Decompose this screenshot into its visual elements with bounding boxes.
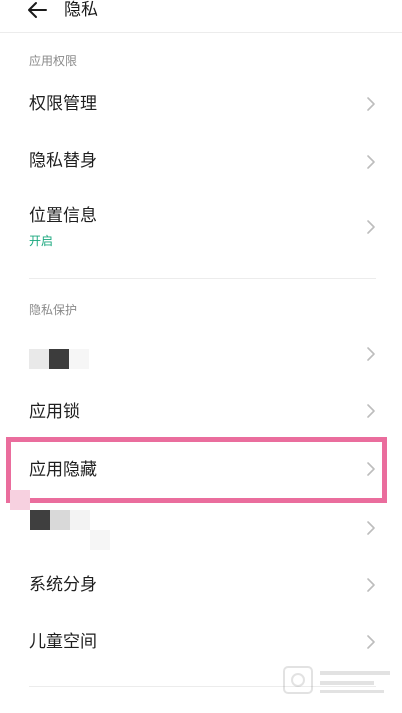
row-label: 应用锁 <box>29 402 80 422</box>
chevron-right-icon <box>367 155 375 169</box>
row-label: 应用隐藏 <box>29 460 97 480</box>
row-label: 权限管理 <box>29 94 97 114</box>
row-obscured-item[interactable] <box>0 335 402 381</box>
row-system-clone[interactable]: 系统分身 <box>0 562 402 608</box>
chevron-right-icon <box>367 635 375 649</box>
row-permission-management[interactable]: 权限管理 <box>0 82 402 128</box>
row-label: 系统分身 <box>29 575 97 595</box>
row-app-lock[interactable]: 应用锁 <box>0 390 402 436</box>
chevron-right-icon <box>367 578 375 592</box>
title-bar: 隐私 <box>0 0 402 28</box>
mosaic-block <box>70 510 90 530</box>
page-title: 隐私 <box>64 0 98 20</box>
chevron-right-icon <box>367 404 375 418</box>
mosaic-block <box>30 510 50 530</box>
chevron-right-icon <box>367 462 375 476</box>
row-label: 儿童空间 <box>29 632 97 652</box>
row-label: 位置信息 <box>29 206 97 226</box>
mosaic-block <box>49 349 69 369</box>
row-label: 隐私替身 <box>29 151 97 171</box>
row-privacy-stand-in[interactable]: 隐私替身 <box>0 140 402 186</box>
section-title-app-permissions: 应用权限 <box>29 54 78 68</box>
row-kids-space[interactable]: 儿童空间 <box>0 620 402 666</box>
mosaic-block <box>50 510 70 530</box>
row-app-hide[interactable]: 应用隐藏 <box>0 447 402 493</box>
location-status: 开启 <box>29 234 54 248</box>
mosaic-block <box>90 530 110 550</box>
section-divider <box>29 278 376 279</box>
back-arrow-icon[interactable] <box>26 1 48 19</box>
mosaic-block <box>29 349 49 369</box>
header-divider <box>0 32 402 33</box>
row-location-info[interactable]: 位置信息 开启 <box>0 198 402 262</box>
row-obscured-item[interactable] <box>0 505 402 551</box>
chevron-right-icon <box>367 347 375 361</box>
chevron-right-icon <box>367 220 375 234</box>
chevron-right-icon <box>367 97 375 111</box>
watermark-logo <box>283 666 390 694</box>
section-title-privacy-protection: 隐私保护 <box>29 303 78 317</box>
chevron-right-icon <box>367 521 375 535</box>
mosaic-block <box>69 349 89 369</box>
